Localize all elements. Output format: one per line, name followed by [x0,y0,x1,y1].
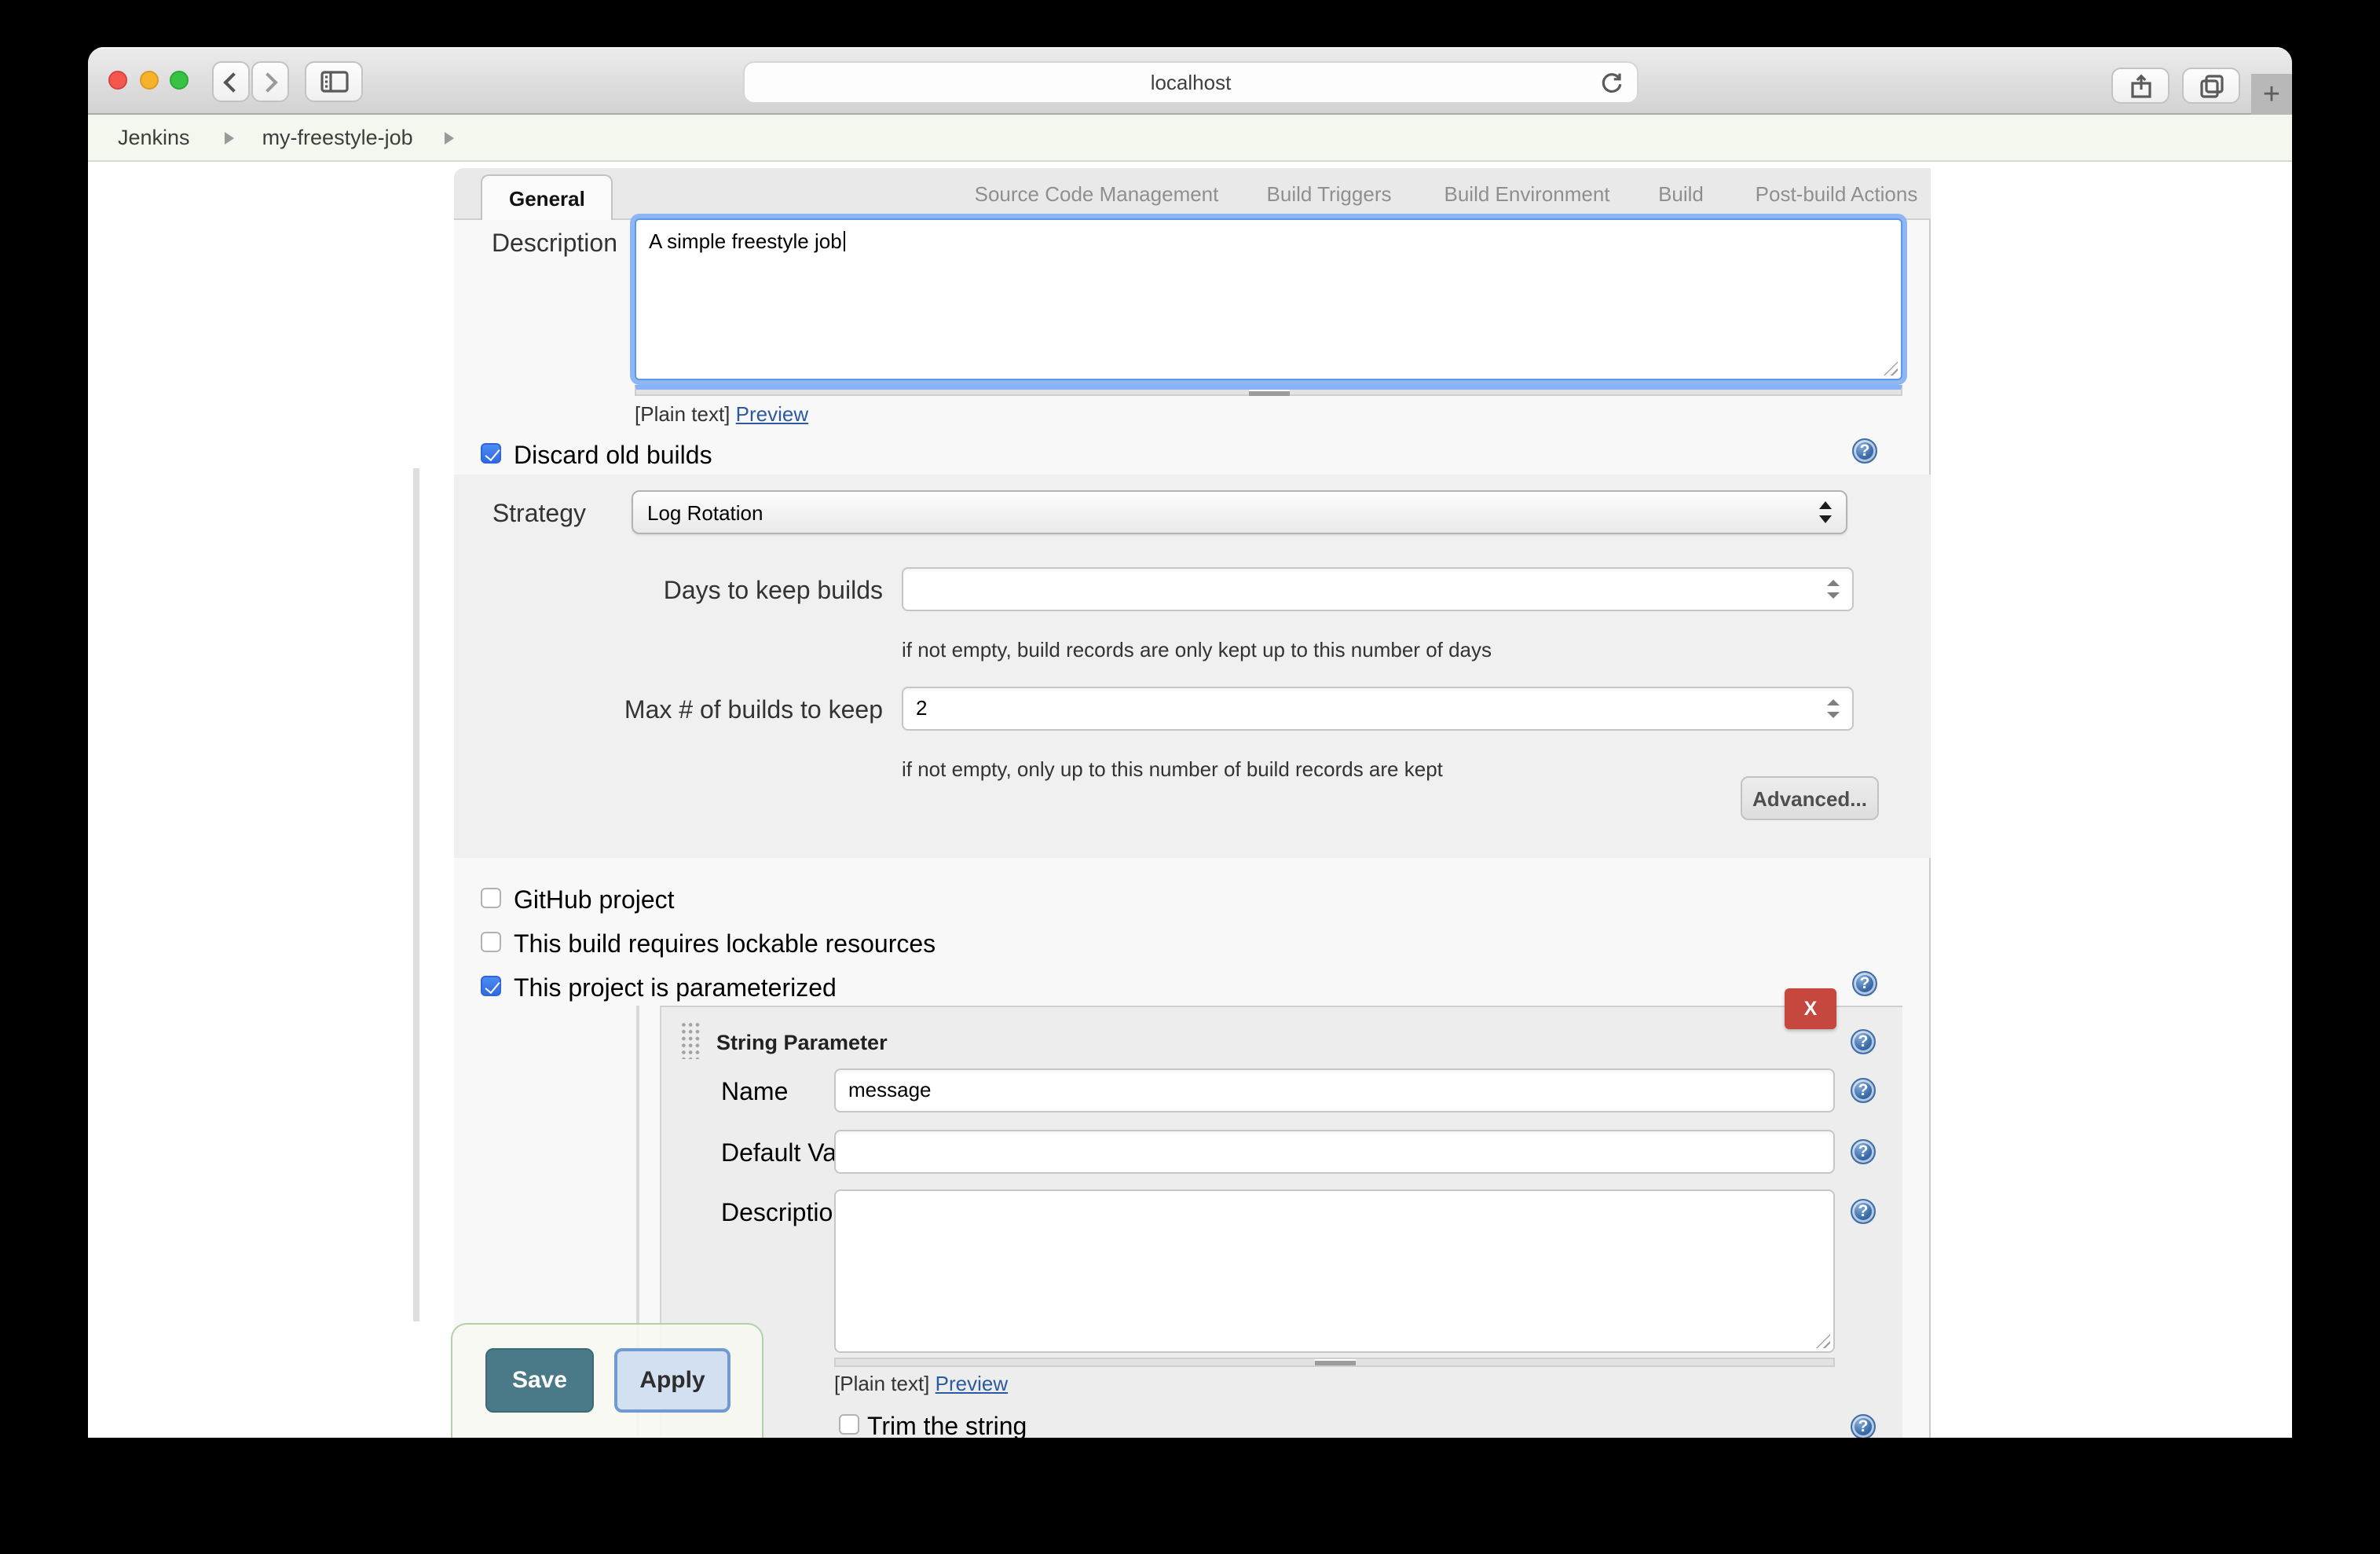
max-builds-label: Max # of builds to keep [569,698,883,726]
drag-handle-icon[interactable] [680,1021,701,1059]
help-icon[interactable] [1852,438,1877,464]
param-default-input[interactable] [834,1130,1835,1174]
back-icon [223,71,243,91]
tab-general[interactable]: General [481,174,613,222]
sidebar-toggle-button[interactable] [305,61,363,102]
plain-text-note: [Plain text] [834,1372,929,1395]
param-description-mode-row: [Plain text] Preview [834,1372,1008,1395]
advanced-button[interactable]: Advanced... [1741,776,1879,820]
breadcrumb-jenkins[interactable]: Jenkins [118,126,190,149]
help-icon[interactable] [1851,1414,1876,1438]
lockable-resources-checkbox[interactable] [481,932,501,952]
discard-old-builds-label[interactable]: Discard old builds [514,443,712,471]
help-icon[interactable] [1851,1139,1876,1164]
parameterized-label[interactable]: This project is parameterized [514,976,837,1004]
help-icon[interactable] [1852,971,1877,996]
save-button[interactable]: Save [485,1348,594,1413]
tab-post-build-actions[interactable]: Post-build Actions [1756,168,1918,218]
description-text: A simple freestyle job [636,220,1901,262]
section-scroll-indicator [413,468,419,1321]
textarea-resize-icon[interactable] [1816,1334,1830,1348]
share-icon [2129,73,2151,98]
textarea-drag-handle[interactable] [635,385,1902,396]
forward-icon [258,71,277,91]
tab-overview-icon [2199,73,2224,98]
breadcrumb-job[interactable]: my-freestyle-job [262,126,413,149]
browser-titlebar: localhost [88,47,2292,115]
preview-link[interactable]: Preview [736,402,809,426]
strategy-value: Log Rotation [647,500,763,524]
breadcrumb: Jenkins my-freestyle-job [88,115,2292,162]
tab-build-triggers[interactable]: Build Triggers [1267,168,1392,218]
zoom-icon[interactable] [170,71,189,90]
number-stepper-icon[interactable] [1827,699,1840,718]
trim-string-checkbox[interactable] [839,1414,859,1435]
drag-grip-icon [1248,389,1289,395]
url-text: localhost [1151,71,1232,94]
help-icon[interactable] [1851,1078,1876,1103]
tab-build-environment[interactable]: Build Environment [1444,168,1610,218]
config-tabbar: General Source Code Management Build Tri… [454,168,1931,220]
max-builds-input[interactable]: 2 [902,687,1854,731]
delete-parameter-button[interactable]: X [1785,988,1836,1029]
textarea-drag-handle[interactable] [834,1358,1835,1367]
jenkins-config-page: General Source Code Management Build Tri… [88,162,2292,1438]
param-description-textarea[interactable] [834,1189,1835,1353]
param-description-label: Description [721,1200,847,1229]
share-button[interactable] [2111,68,2169,104]
breadcrumb-chevron-icon [225,131,234,144]
forward-button[interactable] [251,61,289,102]
string-parameter-title: String Parameter [716,1031,888,1054]
github-project-checkbox[interactable] [481,888,501,908]
preview-link[interactable]: Preview [936,1372,1009,1395]
tab-build[interactable]: Build [1658,168,1704,218]
select-arrows-icon [1819,501,1832,523]
strategy-select[interactable]: Log Rotation [632,490,1847,534]
back-button[interactable] [212,61,250,102]
number-stepper-icon[interactable] [1827,580,1840,599]
lockable-resources-label[interactable]: This build requires lockable resources [514,932,936,960]
plain-text-note: [Plain text] [635,402,730,426]
trim-string-label[interactable]: Trim the string [867,1414,1027,1438]
description-mode-row: [Plain text] Preview [635,402,808,426]
param-name-input[interactable]: message [834,1068,1835,1112]
days-to-keep-input[interactable] [902,567,1854,611]
browser-window: localhost [88,47,2292,1438]
github-project-label[interactable]: GitHub project [514,888,675,916]
apply-button[interactable]: Apply [614,1348,730,1413]
description-textarea[interactable]: A simple freestyle job [635,218,1902,380]
url-field[interactable]: localhost [743,61,1639,104]
days-to-keep-label: Days to keep builds [569,578,883,607]
description-label: Description [460,231,617,259]
discard-old-builds-checkbox[interactable] [481,443,501,464]
refresh-icon[interactable] [1599,71,1624,96]
param-name-label: Name [721,1079,788,1108]
sidebar-icon [320,71,348,93]
minimize-icon[interactable] [140,71,159,90]
close-icon[interactable] [108,71,127,90]
breadcrumb-chevron-icon [445,131,454,144]
help-icon[interactable] [1851,1029,1876,1054]
tab-overview-button[interactable] [2182,68,2240,104]
max-builds-help: if not empty, only up to this number of … [902,757,1443,781]
textarea-resize-icon[interactable] [1884,361,1898,376]
drag-grip-icon [1314,1359,1355,1365]
days-to-keep-help: if not empty, build records are only kep… [902,638,1492,662]
tab-source-code-management[interactable]: Source Code Management [975,168,1219,218]
strategy-label: Strategy [429,501,586,530]
help-icon[interactable] [1851,1199,1876,1224]
parameterized-checkbox[interactable] [481,976,501,996]
new-tab-button[interactable] [2251,74,2292,115]
